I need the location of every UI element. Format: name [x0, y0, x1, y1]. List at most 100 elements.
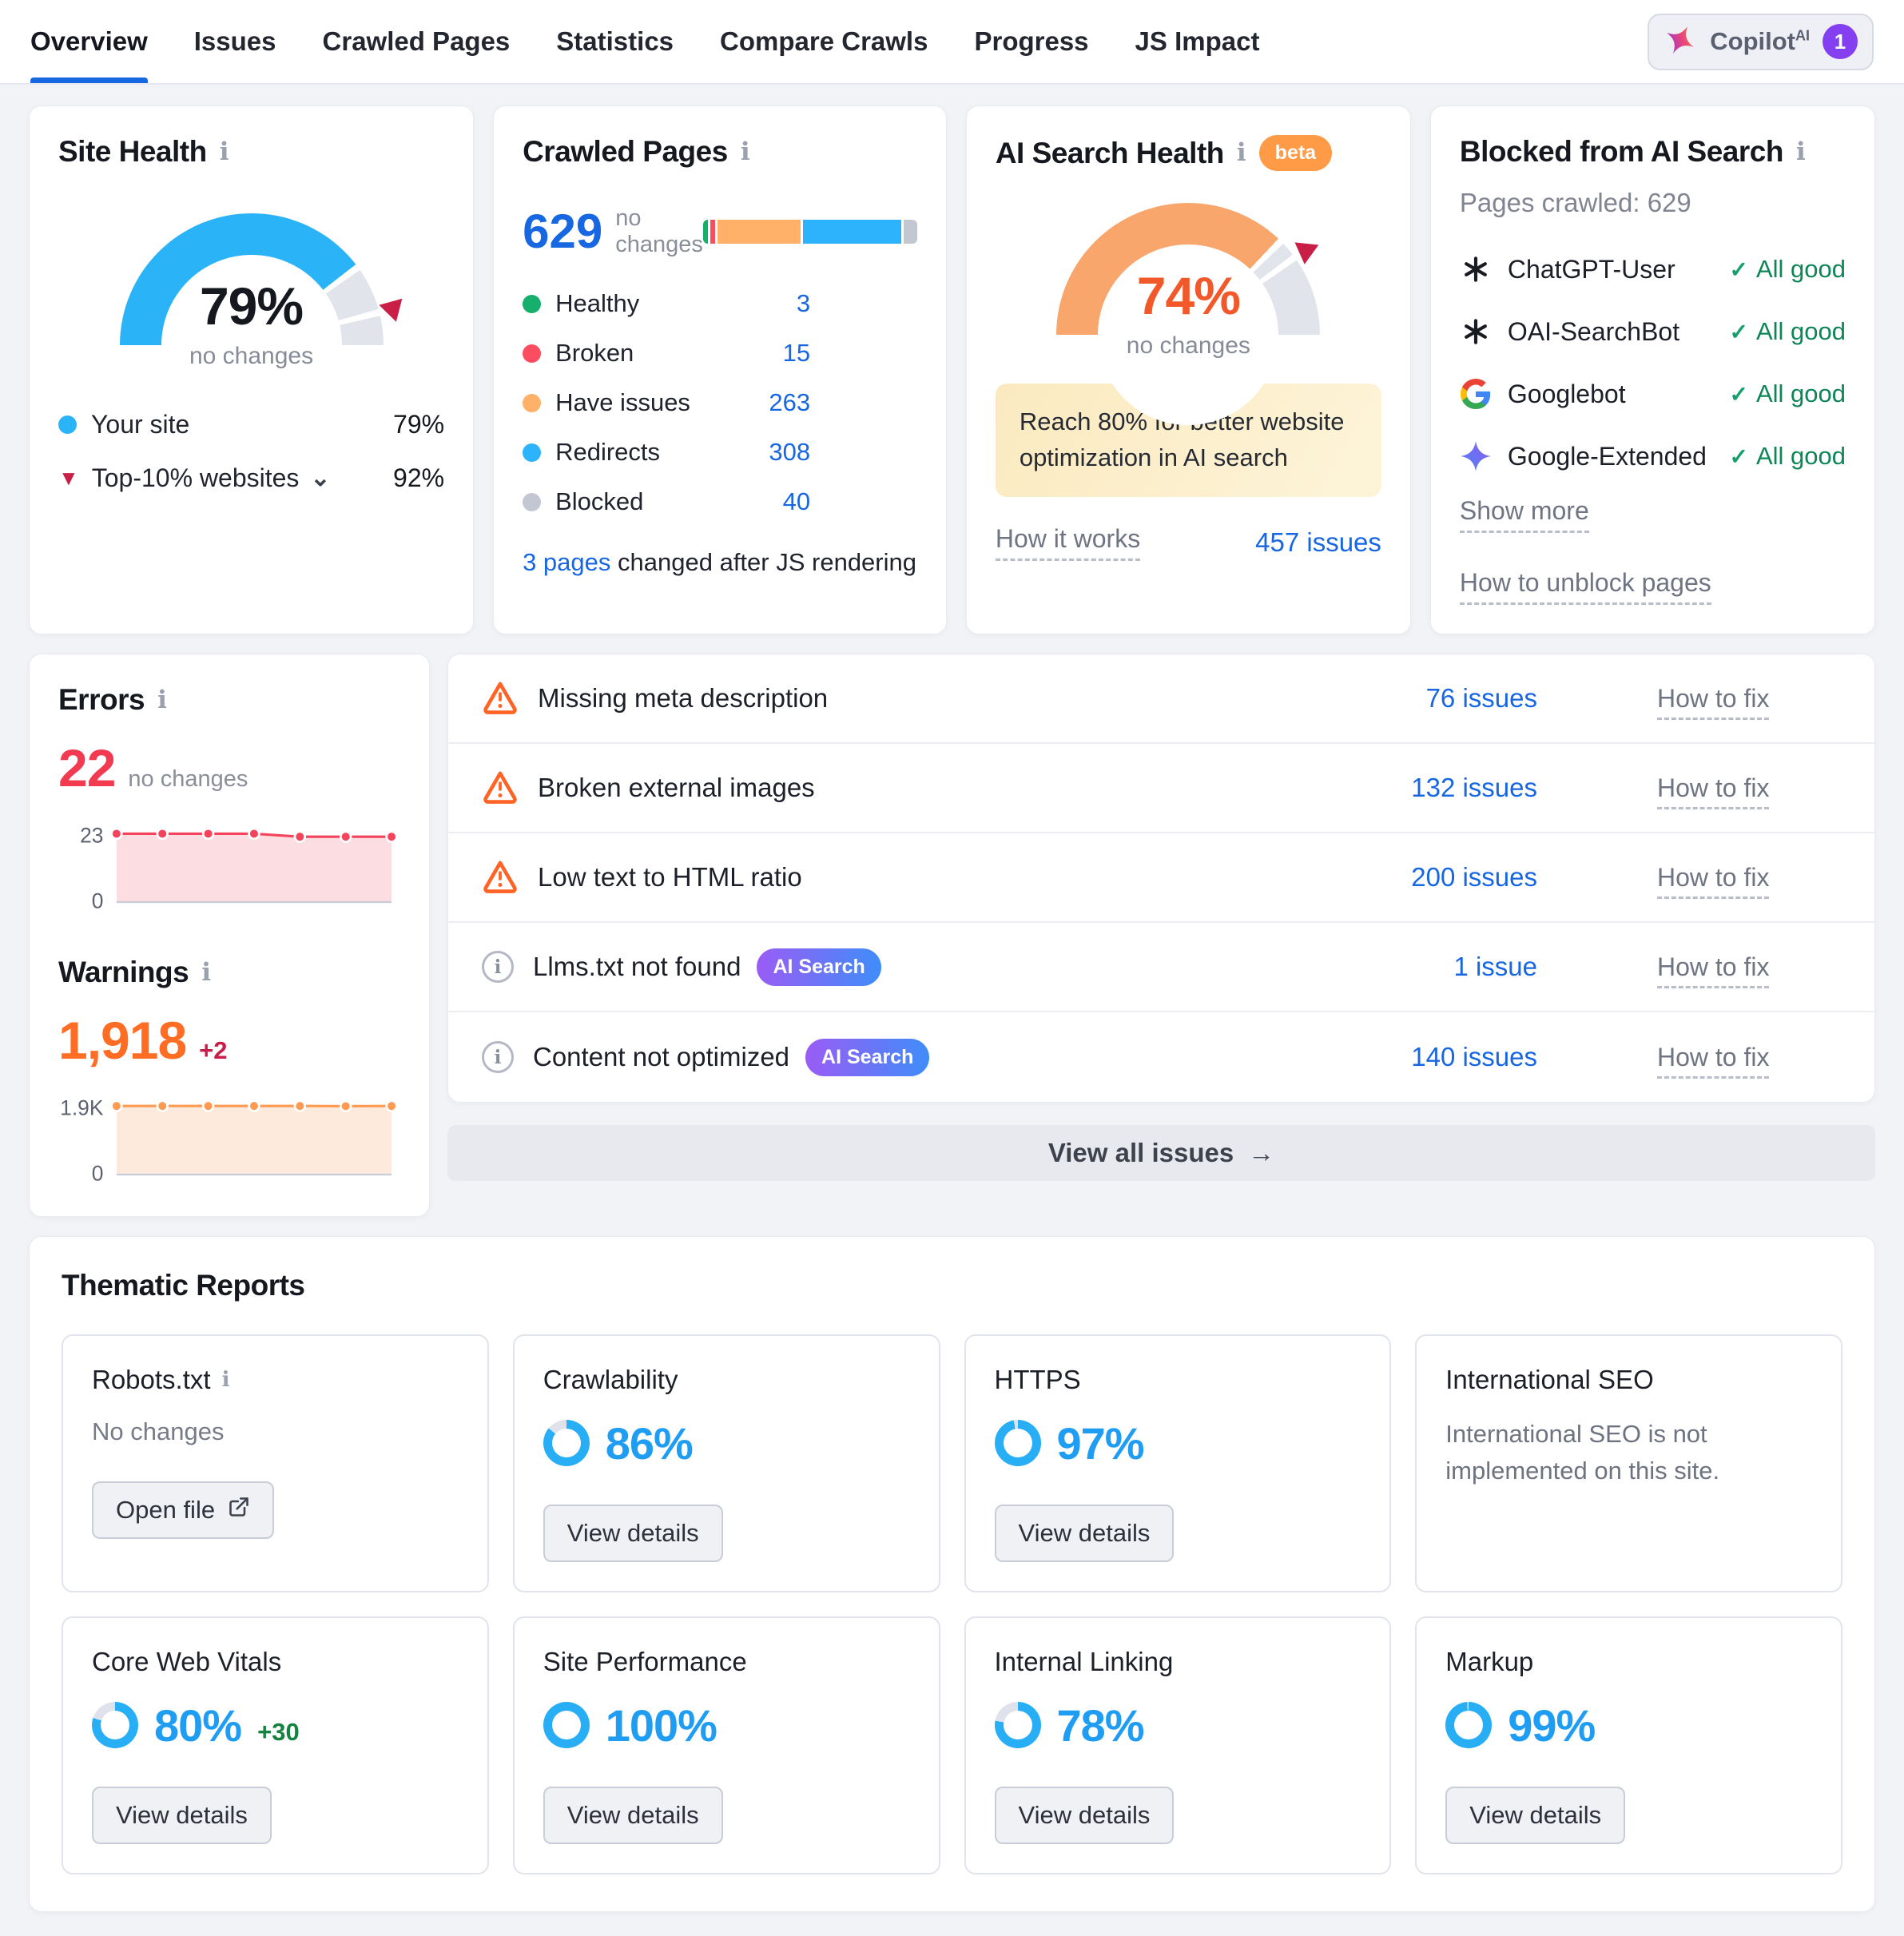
markup-card: Markup 99% View details: [1415, 1616, 1842, 1874]
tab-statistics[interactable]: Statistics: [556, 0, 674, 83]
crawled-pages-title: Crawled Pages: [523, 135, 728, 169]
info-icon[interactable]: i: [741, 140, 750, 165]
bar-segment-blocked: [904, 220, 916, 244]
markup-donut: [1445, 1702, 1492, 1748]
issue-count-link[interactable]: 132 issues: [1330, 773, 1537, 803]
international-seo-card: International SEO International SEO is n…: [1415, 1334, 1842, 1592]
healthy-count-link[interactable]: 3: [797, 289, 810, 318]
open-file-button[interactable]: Open file: [92, 1481, 274, 1539]
legend-item-blocked: Blocked40: [523, 487, 810, 516]
errors-change: no changes: [128, 766, 248, 793]
view-details-button[interactable]: View details: [543, 1787, 723, 1844]
pages-changed-link[interactable]: 3 pages: [523, 548, 610, 576]
chevron-down-icon[interactable]: ⌄: [310, 471, 330, 486]
report-score: 100%: [606, 1699, 717, 1751]
bot-row-chatgpt-user: ChatGPT-User ✓All good: [1460, 253, 1846, 285]
how-to-fix-link[interactable]: How to fix: [1657, 1043, 1769, 1079]
view-details-button[interactable]: View details: [1445, 1787, 1625, 1844]
external-link-icon: [228, 1496, 250, 1525]
tab-compare-crawls[interactable]: Compare Crawls: [720, 0, 928, 83]
errors-sparkline: 230: [58, 821, 400, 915]
how-to-fix-link[interactable]: How to fix: [1657, 773, 1769, 809]
info-icon[interactable]: i: [1796, 140, 1806, 165]
errors-title: Errors: [58, 683, 145, 717]
bot-row-oai-searchbot: OAI-SearchBot ✓All good: [1460, 316, 1846, 348]
have-issues-count-link[interactable]: 263: [769, 388, 810, 417]
issue-count-link[interactable]: 140 issues: [1330, 1042, 1537, 1072]
report-score: 78%: [1057, 1699, 1144, 1751]
report-title: Robots.txt: [92, 1365, 211, 1395]
how-it-works-link[interactable]: How it works: [996, 524, 1140, 561]
check-icon: ✓: [1729, 443, 1747, 470]
how-to-fix-link[interactable]: How to fix: [1657, 863, 1769, 899]
view-details-button[interactable]: View details: [995, 1787, 1175, 1844]
report-score: 97%: [1057, 1417, 1144, 1469]
bar-segment-have-issues: [717, 220, 804, 244]
info-icon[interactable]: i: [157, 688, 167, 713]
openai-icon: [1460, 316, 1492, 348]
issue-label: Llms.txt not found: [533, 952, 741, 982]
show-more-link[interactable]: Show more: [1460, 496, 1589, 533]
crawled-pages-total[interactable]: 629: [523, 204, 602, 259]
copilot-button[interactable]: CopilotAI 1: [1648, 14, 1874, 70]
bot-name: Google-Extended: [1508, 442, 1707, 471]
report-title: International SEO: [1445, 1365, 1654, 1395]
tab-issues[interactable]: Issues: [194, 0, 276, 83]
bot-row-googlebot: Googlebot ✓All good: [1460, 378, 1846, 410]
warnings-delta: +2: [199, 1036, 227, 1065]
copilot-label: CopilotAI: [1710, 27, 1810, 56]
https-donut: [995, 1420, 1041, 1466]
broken-count-link[interactable]: 15: [783, 339, 810, 368]
crawled-pages-card: Crawled Pages i 629 no changes Healthy3 …: [493, 105, 947, 634]
tab-progress[interactable]: Progress: [974, 0, 1088, 83]
ai-search-health-card: AI Search Health i beta 74% no changes R…: [966, 105, 1411, 634]
red-triangle-icon: ▼: [58, 466, 79, 491]
report-title: Site Performance: [543, 1647, 747, 1677]
issue-label: Content not optimized: [533, 1042, 789, 1072]
report-score: 99%: [1508, 1699, 1595, 1751]
how-to-fix-link[interactable]: How to fix: [1657, 684, 1769, 720]
info-icon[interactable]: i: [222, 1370, 230, 1390]
google-icon: [1460, 378, 1492, 410]
how-to-fix-link[interactable]: How to fix: [1657, 952, 1769, 988]
tab-js-impact[interactable]: JS Impact: [1135, 0, 1260, 83]
bot-name: OAI-SearchBot: [1508, 317, 1679, 347]
issue-count-link[interactable]: 200 issues: [1330, 862, 1537, 892]
bot-status: ✓All good: [1729, 317, 1846, 346]
bot-status: ✓All good: [1729, 442, 1846, 471]
ai-issues-link[interactable]: 457 issues: [1255, 527, 1381, 558]
issue-count-link[interactable]: 1 issue: [1330, 952, 1537, 982]
site-performance-card: Site Performance 100% View details: [513, 1616, 940, 1874]
issue-count-link[interactable]: 76 issues: [1330, 683, 1537, 714]
how-to-unblock-link[interactable]: How to unblock pages: [1460, 568, 1711, 605]
info-icon[interactable]: i: [201, 960, 211, 985]
redirects-count-link[interactable]: 308: [769, 438, 810, 467]
tab-bar: Overview Issues Crawled Pages Statistics…: [30, 0, 1259, 83]
tab-crawled-pages[interactable]: Crawled Pages: [323, 0, 511, 83]
js-rendering-note: 3 pages changed after JS rendering: [523, 548, 917, 577]
warnings-sparkline: 1.9K0: [58, 1093, 400, 1187]
view-details-button[interactable]: View details: [995, 1505, 1175, 1562]
warning-triangle-icon: [482, 678, 519, 719]
robots-txt-card: Robots.txt i No changes Open file: [62, 1334, 489, 1592]
crawlability-card: Crawlability 86% View details: [513, 1334, 940, 1592]
tab-overview[interactable]: Overview: [30, 0, 148, 83]
view-all-issues-button[interactable]: View all issues→: [447, 1125, 1875, 1181]
crawled-pages-change: no changes: [615, 205, 703, 258]
issue-row-broken-images: Broken external images 132 issues How to…: [448, 744, 1874, 833]
copilot-count-badge: 1: [1823, 24, 1858, 59]
blocked-count-link[interactable]: 40: [783, 487, 810, 516]
issue-label: Broken external images: [538, 773, 815, 803]
warning-triangle-icon: [482, 768, 519, 809]
openai-icon: [1460, 253, 1492, 285]
info-icon[interactable]: i: [1237, 141, 1246, 165]
info-icon[interactable]: i: [220, 140, 229, 165]
errors-warnings-card: Errors i 22 no changes 230 Warnings i 1,…: [29, 654, 430, 1217]
issue-label: Missing meta description: [538, 683, 828, 714]
gray-dot-icon: [523, 493, 541, 511]
legend-value: 79%: [393, 410, 444, 439]
view-details-button[interactable]: View details: [543, 1505, 723, 1562]
view-details-button[interactable]: View details: [92, 1787, 272, 1844]
bar-segment-redirects: [803, 220, 904, 244]
crawled-pages-legend: Healthy3 Broken15 Have issues263 Redirec…: [523, 289, 810, 516]
